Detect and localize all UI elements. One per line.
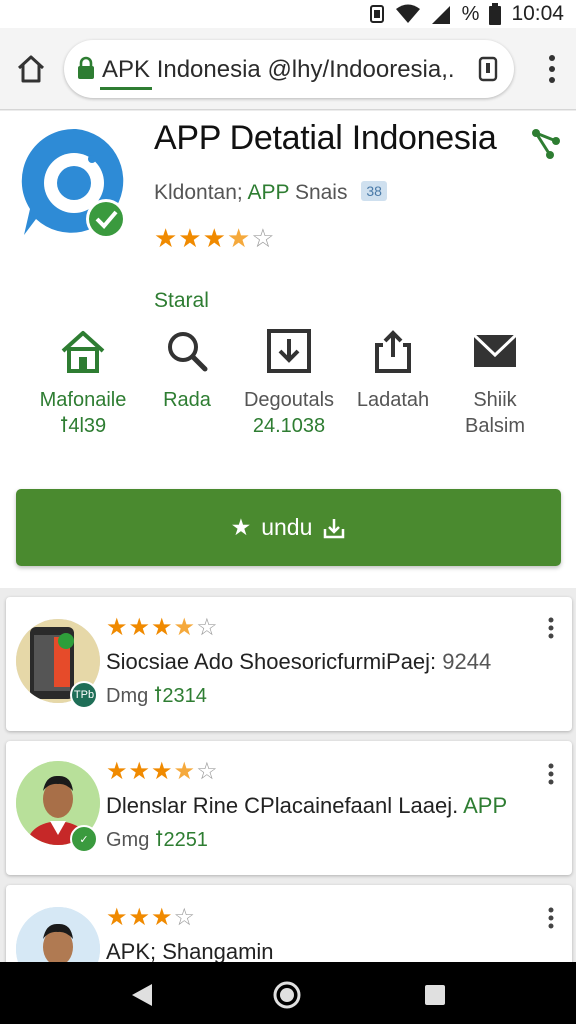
reviewer-badge: ✓ xyxy=(70,825,98,853)
stat-value: 24.1038 xyxy=(252,415,326,437)
star-empty-icon: ☆ xyxy=(251,223,276,253)
stat-value: ꝉ4l39 xyxy=(59,415,107,437)
review-title: Dlenslar Rine CPlacainefaanl Laaej. APP xyxy=(106,793,508,818)
recents-icon[interactable] xyxy=(424,984,446,1006)
developer-name[interactable]: Kldontan; xyxy=(154,181,243,204)
page-load-indicator xyxy=(100,87,152,90)
download-button[interactable]: ★ undu xyxy=(16,489,561,566)
lock-icon xyxy=(78,56,94,79)
share-icon[interactable] xyxy=(528,125,562,159)
battery-percent: % xyxy=(461,2,480,25)
home-icon xyxy=(61,331,105,373)
download-box-icon xyxy=(267,329,311,373)
app-title: APP Detatial Indonesia xyxy=(154,119,497,157)
url-bar[interactable]: APK Indonesia @lhy/Indooresia,. xyxy=(64,40,514,98)
download-tray-icon xyxy=(324,518,345,538)
battery-icon xyxy=(489,3,502,25)
nfc-icon xyxy=(369,5,384,23)
more-vert-icon[interactable] xyxy=(548,763,554,785)
home-circle-icon[interactable] xyxy=(272,980,302,1010)
search-icon xyxy=(168,332,208,372)
stat-label: Shiik xyxy=(473,389,517,411)
reviewer-badge: TPb xyxy=(70,681,98,709)
review-stars: ★★★★☆ xyxy=(106,758,219,785)
review-stars: ★★★★☆ xyxy=(106,614,219,641)
share-up-icon xyxy=(375,330,411,373)
wifi-icon xyxy=(395,4,420,23)
signal-icon xyxy=(431,6,450,24)
mail-icon xyxy=(472,333,518,367)
developer-tag: APP xyxy=(247,181,290,204)
app-rating-stars: ★★★★☆ xyxy=(154,223,276,254)
star-half-icon: ★ xyxy=(226,223,252,253)
stat-value: Balsim xyxy=(464,415,525,437)
system-nav-bar xyxy=(0,962,576,1024)
review-meta: Gmg ꝉ2251 xyxy=(106,829,208,851)
review-card[interactable]: TPb ★★★★☆ Siocsiae Ado ShoesoricfurmiPae… xyxy=(6,597,572,731)
age-badge: 38 xyxy=(361,181,387,201)
more-vert-icon[interactable] xyxy=(548,54,556,84)
home-icon[interactable] xyxy=(14,52,48,86)
review-card[interactable]: ✓ ★★★★☆ Dlenslar Rine CPlacainefaanl Laa… xyxy=(6,741,572,875)
tab-switcher-icon[interactable] xyxy=(478,56,498,82)
stat-shiik[interactable]: Shiik Balsim xyxy=(430,329,560,439)
browser-toolbar: APK Indonesia @lhy/Indooresia,. xyxy=(0,28,576,110)
app-status: Staral xyxy=(154,289,209,312)
app-detail-card: APP Detatial Indonesia Kldontan; APP Sna… xyxy=(0,111,576,588)
url-text[interactable]: APK Indonesia @lhy/Indooresia,. xyxy=(102,56,455,84)
review-meta: Dmg ꝉ2314 xyxy=(106,685,207,707)
status-time: 10:04 xyxy=(511,2,564,25)
developer-suffix: Snais xyxy=(294,181,348,204)
review-stars: ★★★☆ xyxy=(106,904,197,931)
more-vert-icon[interactable] xyxy=(548,907,554,929)
review-title: Siocsiae Ado ShoesoricfurmiPaej: 9244 xyxy=(106,649,492,674)
star-icon: ★ xyxy=(230,514,252,540)
status-bar: % 10:04 xyxy=(0,0,576,28)
more-vert-icon[interactable] xyxy=(548,617,554,639)
developer-line: Kldontan; APP Snais 38 xyxy=(154,181,387,205)
star-filled-icon: ★★★ xyxy=(154,223,227,253)
stats-row: Mafonaile ꝉ4l39 Rada Degoutals 24.1038 L… xyxy=(18,329,558,439)
back-icon[interactable] xyxy=(130,982,154,1008)
app-logo-icon xyxy=(21,128,126,239)
download-button-label: undu xyxy=(261,514,313,540)
